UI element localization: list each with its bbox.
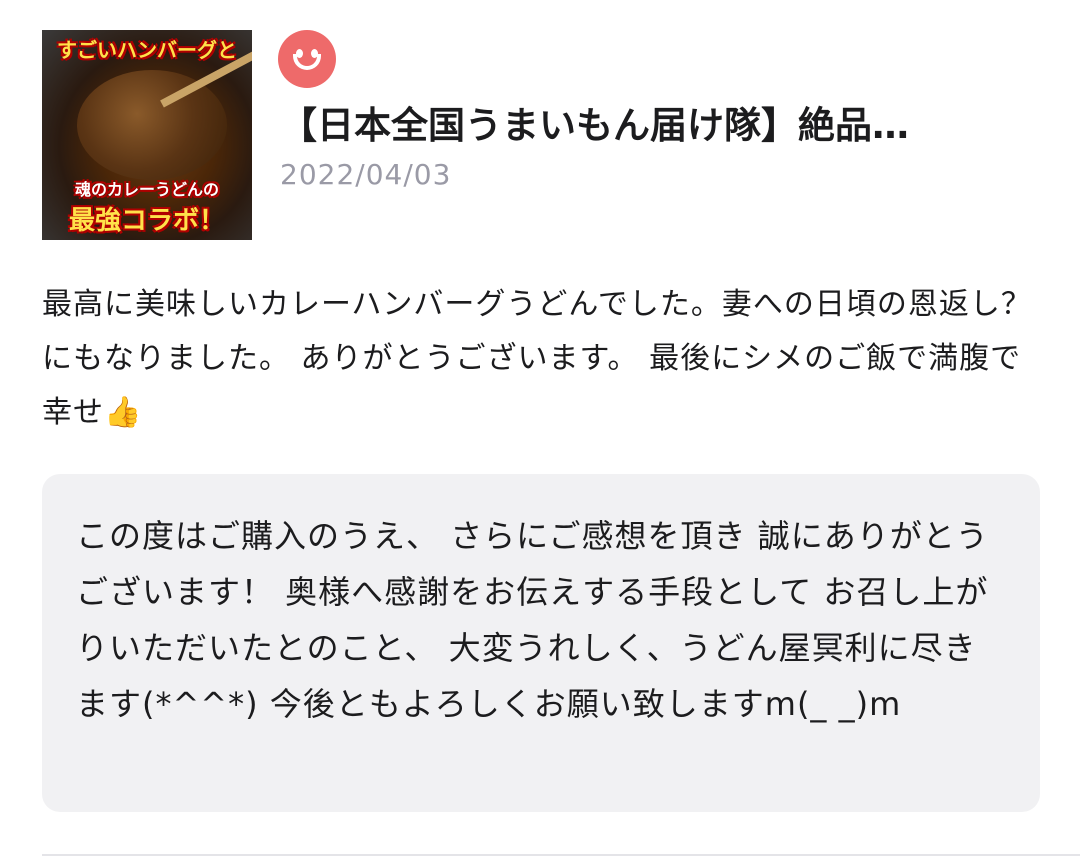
smiley-face-icon: [278, 30, 336, 88]
product-title[interactable]: 【日本全国うまいもん届け隊】絶品…: [280, 100, 1040, 152]
review-text: 最高に美味しいカレーハンバーグうどんでした。妻への日頃の恩返し？にもなりました。…: [42, 287, 1032, 430]
review-date: 2022/04/03: [280, 158, 452, 191]
thumbnail-caption: 最強コラボ！: [68, 206, 225, 236]
shop-reply-text: この度はご購入のうえ、 さらにご感想を頂き 誠にありがとうございます！ 奥様へ感…: [76, 517, 989, 723]
avatar-mouth: [293, 54, 321, 70]
hamburg-patty-image: [77, 70, 227, 180]
divider: [42, 854, 1080, 856]
thumbnail-caption: すごいハンバーグと: [57, 38, 237, 62]
shop-reply-box: この度はご購入のうえ、 さらにご感想を頂き 誠にありがとうございます！ 奥様へ感…: [42, 474, 1040, 812]
thumbnail-caption: 魂のカレーうどんの: [74, 180, 219, 199]
product-thumbnail[interactable]: すごいハンバーグと 魂のカレーうどんの 最強コラボ！: [42, 30, 252, 240]
